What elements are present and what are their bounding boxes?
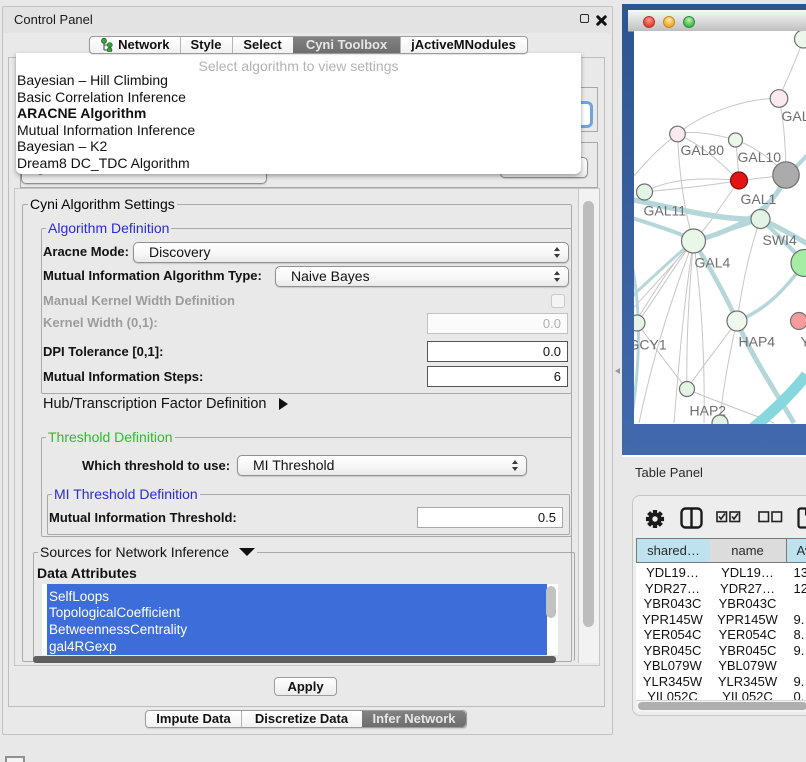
svg-text:GAL1: GAL1 (740, 191, 776, 207)
svg-text:GAL4: GAL4 (694, 255, 730, 271)
svg-text:SWI4: SWI4 (762, 232, 796, 248)
svg-text:GAL80: GAL80 (680, 142, 724, 158)
svg-text:GAL2: GAL2 (781, 108, 806, 124)
svg-text:HAP2: HAP2 (689, 403, 726, 419)
svg-text:GAL11: GAL11 (643, 203, 686, 219)
svg-text:GAL10: GAL10 (737, 149, 781, 165)
svg-text:GCY1: GCY1 (634, 337, 667, 353)
svg-text:YM: YM (800, 334, 806, 350)
svg-text:HAP4: HAP4 (738, 334, 775, 350)
